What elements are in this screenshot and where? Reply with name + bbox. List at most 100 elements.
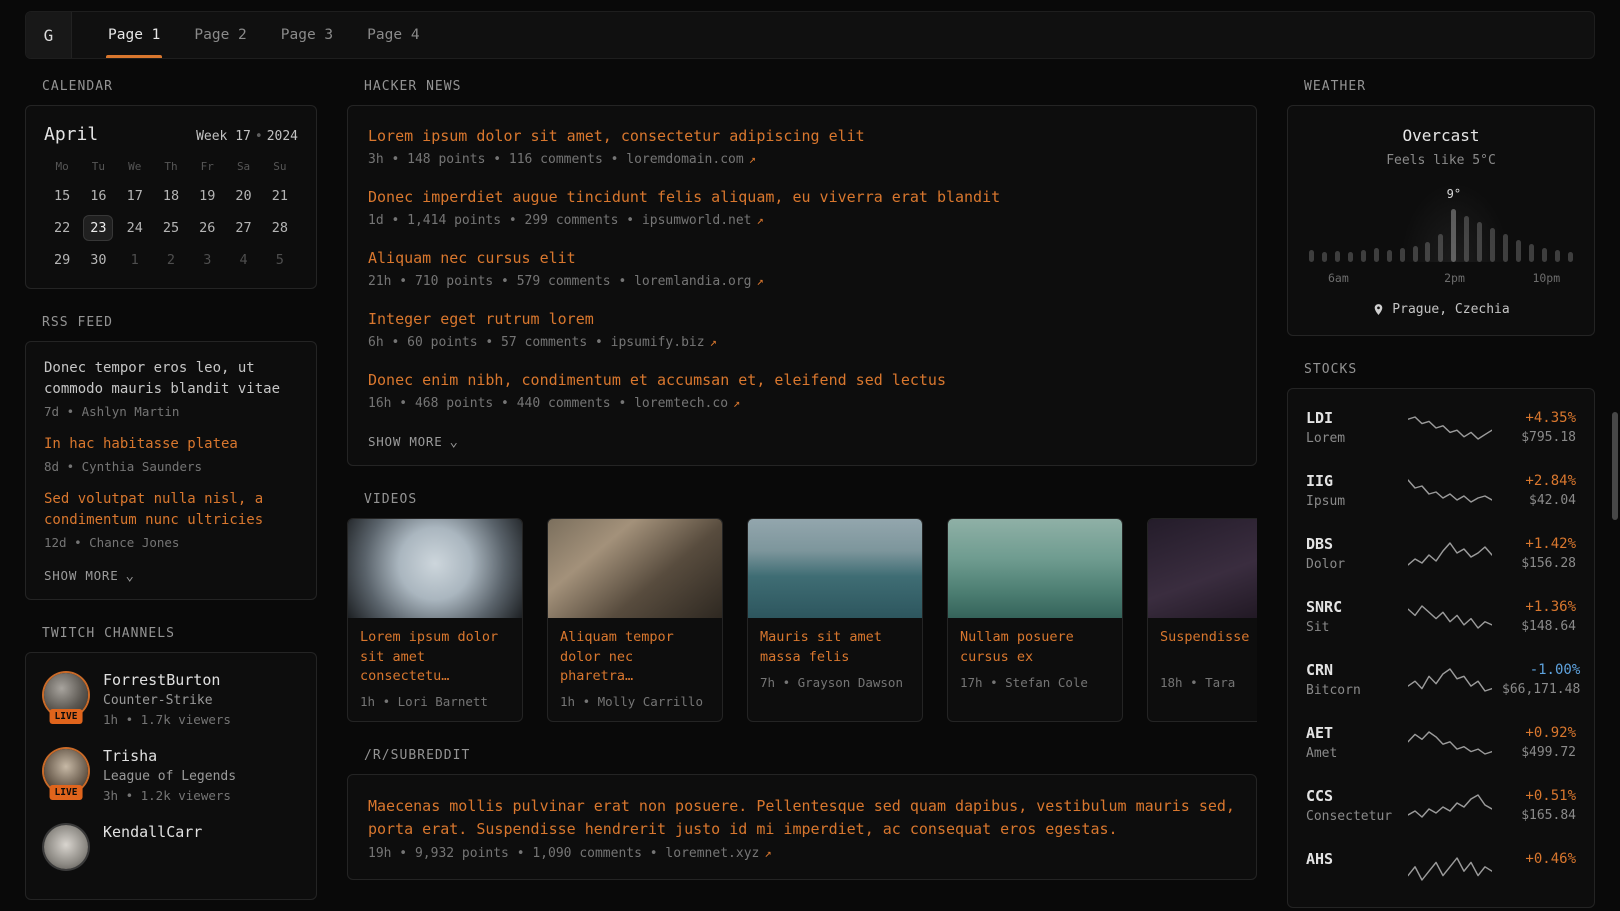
stock-row[interactable]: CRN Bitcorn -1.00% $66,171.48: [1304, 648, 1578, 711]
video-card[interactable]: Aliquam tempor dolor nec pharetra… 1h • …: [547, 518, 723, 722]
rss-item-title[interactable]: Donec tempor eros leo, ut commodo mauris…: [44, 358, 298, 400]
calendar-day[interactable]: 18: [157, 184, 185, 208]
stock-sparkline: [1408, 665, 1492, 695]
stock-values: +2.84% $42.04: [1502, 473, 1576, 508]
video-card[interactable]: Lorem ipsum dolor sit amet consectetu… 1…: [347, 518, 523, 722]
weather-section-title: WEATHER: [1304, 79, 1595, 94]
calendar-day[interactable]: 29: [48, 248, 76, 272]
calendar-day[interactable]: 19: [193, 184, 221, 208]
video-card[interactable]: Suspendisse diam 18h • Tara: [1147, 518, 1257, 722]
hn-item: Donec enim nibh, condimentum et accumsan…: [368, 370, 1236, 411]
hn-item-title[interactable]: Aliquam nec cursus elit: [368, 248, 1236, 269]
stock-name: Ipsum: [1306, 494, 1398, 509]
twitch-channel-name[interactable]: ForrestBurton: [103, 671, 231, 689]
hn-item-domain[interactable]: loremlandia.org: [634, 274, 751, 289]
stock-symbol: SNRC: [1306, 598, 1398, 616]
weather-peak-label: 9°: [1447, 187, 1461, 201]
calendar-day[interactable]: 5: [266, 248, 294, 272]
hn-item-domain[interactable]: loremtech.co: [634, 396, 728, 411]
hn-item-domain[interactable]: ipsumify.biz: [611, 335, 705, 350]
calendar-day[interactable]: 30: [84, 248, 112, 272]
video-title: Nullam posuere cursus ex: [960, 628, 1110, 668]
calendar-day[interactable]: 24: [121, 216, 149, 240]
stock-row[interactable]: AET Amet +0.92% $499.72: [1304, 711, 1578, 774]
stock-row[interactable]: IIG Ipsum +2.84% $42.04: [1304, 459, 1578, 522]
calendar-header: April Week 17•2024: [44, 124, 298, 145]
stock-price: $66,171.48: [1502, 682, 1580, 697]
stock-sparkline: [1408, 854, 1492, 884]
calendar-day[interactable]: 4: [230, 248, 258, 272]
calendar-day[interactable]: 1: [121, 248, 149, 272]
calendar-day[interactable]: 3: [193, 248, 221, 272]
chevron-down-icon: ⌄: [449, 438, 458, 446]
twitch-widget: LIVE ForrestBurton Counter-Strike 1h • 1…: [25, 652, 317, 900]
hn-item-domain[interactable]: loremdomain.com: [626, 152, 743, 167]
stock-row[interactable]: LDI Lorem +4.35% $795.18: [1304, 396, 1578, 459]
hn-item-title[interactable]: Integer eget rutrum lorem: [368, 309, 1236, 330]
twitch-channel-category: League of Legends: [103, 769, 236, 784]
right-column: WEATHER Overcast Feels like 5°C 9° 6am 2…: [1287, 79, 1595, 908]
calendar-day[interactable]: 15: [48, 184, 76, 208]
video-title: Aliquam tempor dolor nec pharetra…: [560, 628, 710, 687]
hn-item-domain[interactable]: ipsumworld.net: [642, 213, 752, 228]
calendar-day[interactable]: 22: [48, 216, 76, 240]
hn-item-title[interactable]: Donec enim nibh, condimentum et accumsan…: [368, 370, 1236, 391]
stock-id: IIG Ipsum: [1306, 472, 1398, 509]
calendar-day[interactable]: 20: [230, 184, 258, 208]
weather-location: Prague, Czechia: [1306, 302, 1576, 317]
hn-show-more-button[interactable]: SHOW MORE ⌄: [368, 431, 459, 451]
stock-row[interactable]: SNRC Sit +1.36% $148.64: [1304, 585, 1578, 648]
rss-show-more-button[interactable]: SHOW MORE ⌄: [44, 565, 135, 585]
tab-page-1[interactable]: Page 1: [94, 12, 174, 58]
stock-row[interactable]: AHS +0.46%: [1304, 837, 1578, 900]
stock-sparkline: [1408, 413, 1492, 443]
hn-item-title[interactable]: Donec imperdiet augue tincidunt felis al…: [368, 187, 1236, 208]
calendar-day[interactable]: 17: [121, 184, 149, 208]
tab-page-3[interactable]: Page 3: [267, 12, 347, 58]
topbar: G Page 1 Page 2 Page 3 Page 4: [25, 11, 1595, 59]
video-title: Mauris sit amet massa felis: [760, 628, 910, 668]
scrollbar[interactable]: [1612, 412, 1618, 520]
video-card[interactable]: Nullam posuere cursus ex 17h • Stefan Co…: [947, 518, 1123, 722]
rss-item-title[interactable]: Sed volutpat nulla nisl, a condimentum n…: [44, 489, 298, 531]
calendar-dow: Sa: [225, 160, 261, 176]
calendar-day[interactable]: 23: [84, 216, 112, 240]
calendar-day[interactable]: 21: [266, 184, 294, 208]
video-meta: 18h • Tara: [1160, 675, 1257, 690]
video-card[interactable]: Mauris sit amet massa felis 7h • Grayson…: [747, 518, 923, 722]
calendar-day[interactable]: 16: [84, 184, 112, 208]
weather-bar: [1542, 248, 1547, 262]
twitch-channel-name[interactable]: Trisha: [103, 747, 236, 765]
twitch-channel-name[interactable]: KendallCarr: [103, 823, 202, 841]
rss-item-title[interactable]: In hac habitasse platea: [44, 434, 298, 455]
calendar-day[interactable]: 2: [157, 248, 185, 272]
stock-change: +1.42%: [1502, 536, 1576, 552]
subreddit-item: Maecenas mollis pulvinar erat non posuer…: [368, 795, 1236, 862]
stock-change: +2.84%: [1502, 473, 1576, 489]
weather-bar: [1335, 251, 1340, 262]
stock-sparkline: [1408, 539, 1492, 569]
stock-row[interactable]: DBS Dolor +1.42% $156.28: [1304, 522, 1578, 585]
calendar-grid: Mo Tu We Th Fr Sa Su 15 16 17 18 19 20 2…: [44, 160, 298, 272]
tab-page-2[interactable]: Page 2: [180, 12, 260, 58]
calendar-day[interactable]: 25: [157, 216, 185, 240]
calendar-year: 2024: [267, 129, 298, 144]
app-logo[interactable]: G: [26, 12, 72, 58]
subreddit-item-domain[interactable]: loremnet.xyz: [665, 846, 759, 861]
tab-page-4[interactable]: Page 4: [353, 12, 433, 58]
rss-item-meta: 12d • Chance Jones: [44, 535, 298, 550]
external-link-icon: ↗: [757, 274, 764, 288]
stock-row[interactable]: CCS Consectetur +0.51% $165.84: [1304, 774, 1578, 837]
twitch-channel: LIVE KendallCarr: [44, 823, 298, 869]
calendar-day[interactable]: 26: [193, 216, 221, 240]
stock-values: +4.35% $795.18: [1502, 410, 1576, 445]
hn-item-title[interactable]: Lorem ipsum dolor sit amet, consectetur …: [368, 126, 1236, 147]
calendar-day[interactable]: 27: [230, 216, 258, 240]
calendar-dow: We: [117, 160, 153, 176]
weather-bar: [1348, 252, 1353, 262]
subreddit-item-title[interactable]: Maecenas mollis pulvinar erat non posuer…: [368, 795, 1236, 842]
stock-change: +0.92%: [1502, 725, 1576, 741]
calendar-day[interactable]: 28: [266, 216, 294, 240]
twitch-channel-info: KendallCarr: [103, 823, 202, 845]
left-column: CALENDAR April Week 17•2024 Mo Tu We Th …: [25, 79, 317, 900]
